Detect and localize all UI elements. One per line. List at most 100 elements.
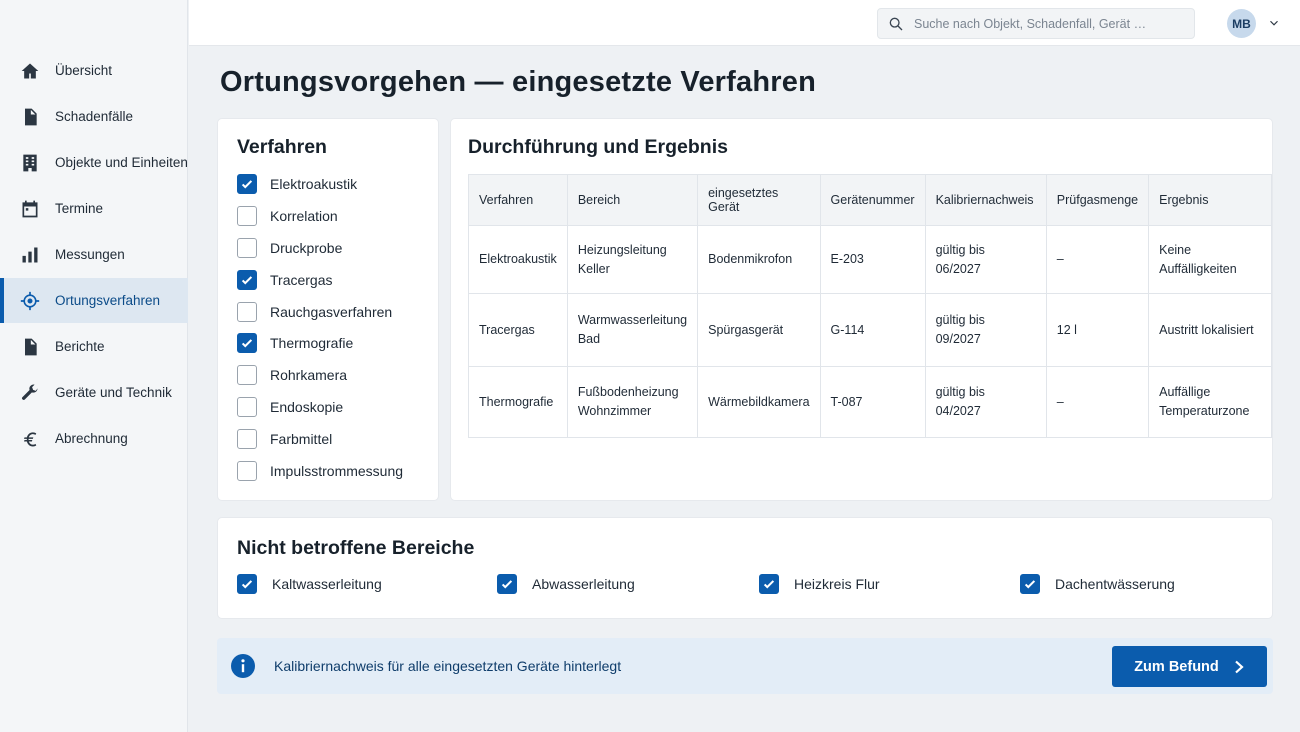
checkbox-checked[interactable] xyxy=(237,574,257,594)
column-header: Ergebnis xyxy=(1148,174,1272,226)
column-header: Verfahren xyxy=(468,174,568,226)
table-row[interactable]: Thermografie Fußbodenheizung Wohnzimmer W… xyxy=(468,366,1272,438)
table-row[interactable]: Elektroakustik Heizungsleitung Keller Bod… xyxy=(468,225,1272,294)
verfahren-card: Verfahren Elektroakustik Korrelation Dru… xyxy=(217,118,439,501)
check-icon xyxy=(241,275,253,285)
verfahren-option[interactable]: Tracergas xyxy=(237,264,403,296)
ergebnis-line: Temperaturzone xyxy=(1159,404,1250,418)
check-icon xyxy=(763,580,775,589)
verfahren-option[interactable]: Thermografie xyxy=(237,327,403,359)
sidebar-item-label: Messungen xyxy=(55,247,125,262)
sidebar-item-messungen[interactable]: Messungen xyxy=(0,232,188,277)
sidebar-item-uebersicht[interactable]: Übersicht xyxy=(0,48,188,93)
result-card: Durchführung und Ergebnis Verfahren Bere… xyxy=(450,118,1273,501)
verfahren-option[interactable]: Rohrkamera xyxy=(237,359,403,391)
verfahren-option[interactable]: Elektroakustik xyxy=(237,168,403,200)
verfahren-option[interactable]: Korrelation xyxy=(237,200,403,232)
avatar[interactable]: MB xyxy=(1227,9,1256,38)
info-banner: Kalibriernachweis für alle eingesetzten … xyxy=(217,638,1273,694)
kal-line: gültig bis xyxy=(935,313,985,327)
verfahren-option[interactable]: Druckprobe xyxy=(237,232,403,264)
nicht-betroffen-option[interactable]: Dachentwässerung xyxy=(1020,574,1175,594)
kal-line: 04/2027 xyxy=(935,404,981,418)
cell-verfahren: Tracergas xyxy=(468,293,568,367)
verfahren-option[interactable]: Rauchgasverfahren xyxy=(237,296,403,328)
verfahren-option-label: Impulsstrommessung xyxy=(270,462,404,479)
verfahren-option[interactable]: Farbmittel xyxy=(237,423,403,455)
search-box[interactable] xyxy=(877,8,1195,39)
sidebar-item-berichte[interactable]: Berichte xyxy=(0,324,188,369)
sidebar-item-label: Übersicht xyxy=(55,63,113,78)
sidebar-item-objekte[interactable]: Objekte und Einheiten xyxy=(0,140,188,185)
checkbox-unchecked[interactable] xyxy=(237,205,257,226)
nicht-betroffen-title: Nicht betroffene Bereiche xyxy=(237,537,475,559)
sidebar-item-geraete[interactable]: Geräte und Technik xyxy=(0,370,188,415)
column-header: Kalibriernachweis xyxy=(924,174,1047,226)
zum-befund-button[interactable]: Zum Befund xyxy=(1112,646,1267,687)
search-icon xyxy=(889,17,903,30)
checkbox-unchecked[interactable] xyxy=(237,301,257,322)
nicht-betroffen-option[interactable]: Abwasserleitung xyxy=(497,574,635,594)
wrench-icon xyxy=(20,383,40,403)
sidebar-item-termine[interactable]: Termine xyxy=(0,186,188,231)
building-icon xyxy=(20,153,40,173)
sidebar: Übersicht Schadenfälle Objekte und Einhe… xyxy=(0,0,188,732)
cell-bereich: Heizungsleitung Keller xyxy=(566,225,699,294)
checkbox-checked[interactable] xyxy=(1020,574,1040,594)
sidebar-item-label: Geräte und Technik xyxy=(55,385,172,400)
info-text: Kalibriernachweis für alle eingesetzten … xyxy=(274,658,622,674)
cell-nummer: E-203 xyxy=(819,225,926,294)
checkbox-unchecked[interactable] xyxy=(237,365,257,386)
nicht-betroffen-option[interactable]: Heizkreis Flur xyxy=(759,574,880,594)
verfahren-option-label: Endoskopie xyxy=(270,399,344,416)
verfahren-option[interactable]: Impulsstrommessung xyxy=(237,455,403,487)
nicht-betroffen-label: Abwasserleitung xyxy=(532,576,635,592)
check-icon xyxy=(241,180,253,189)
checkbox-checked[interactable] xyxy=(497,574,517,594)
table-row[interactable]: Tracergas Warmwasserleitung Bad Spürgasge… xyxy=(468,293,1272,367)
sidebar-item-label: Berichte xyxy=(55,339,105,354)
document-icon xyxy=(20,107,40,127)
checkbox-checked[interactable] xyxy=(237,173,257,194)
column-header: Bereich xyxy=(566,174,699,226)
kal-line: gültig bis xyxy=(935,242,985,257)
verfahren-option-label: Rauchgasverfahren xyxy=(270,303,393,320)
verfahren-option[interactable]: Endoskopie xyxy=(237,391,403,423)
sidebar-nav: Übersicht Schadenfälle Objekte und Einhe… xyxy=(0,48,188,462)
cell-ergebnis: Austritt lokalisiert xyxy=(1148,293,1272,367)
cell-geraet: Spürgasgerät xyxy=(697,293,821,367)
sidebar-item-label: Abrechnung xyxy=(55,431,128,446)
chevron-down-icon[interactable] xyxy=(1267,16,1281,30)
verfahren-option-label: Elektroakustik xyxy=(270,175,358,192)
cell-geraet: Wärmebildkamera xyxy=(697,366,821,438)
table-header-row: Verfahren Bereich eingesetztes Gerät Ger… xyxy=(468,174,1272,226)
cell-ergebnis: Keine Auffälligkeiten xyxy=(1148,225,1272,294)
home-icon xyxy=(20,61,40,81)
verfahren-option-label: Farbmittel xyxy=(270,431,333,448)
euro-icon xyxy=(20,429,40,449)
search-input[interactable] xyxy=(914,16,1184,31)
sidebar-item-ortungsverfahren[interactable]: Ortungsverfahren xyxy=(0,278,188,323)
bar-chart-icon xyxy=(20,245,40,265)
cell-verfahren: Elektroakustik xyxy=(468,225,568,294)
verfahren-option-label: Korrelation xyxy=(270,207,338,224)
sidebar-item-label: Schadenfälle xyxy=(55,109,134,124)
bereich-line: Wohnzimmer xyxy=(577,404,652,418)
checkbox-unchecked[interactable] xyxy=(237,397,257,418)
column-header: eingesetztes Gerät xyxy=(697,174,821,226)
sidebar-item-label: Objekte und Einheiten xyxy=(55,155,188,170)
cell-menge: 12 l xyxy=(1045,293,1150,367)
checkbox-checked[interactable] xyxy=(237,269,257,290)
checkbox-unchecked[interactable] xyxy=(237,460,257,481)
sidebar-item-abrechnung[interactable]: Abrechnung xyxy=(0,416,188,461)
checkbox-unchecked[interactable] xyxy=(237,429,257,450)
cell-ergebnis: Auffällige Temperaturzone xyxy=(1148,366,1272,438)
checkbox-checked[interactable] xyxy=(759,574,779,594)
column-header: Prüfgasmenge xyxy=(1045,174,1150,226)
nicht-betroffen-option[interactable]: Kaltwasserleitung xyxy=(237,574,382,594)
checkbox-checked[interactable] xyxy=(237,333,257,354)
nicht-betroffen-card: Nicht betroffene Bereiche Kaltwasserleit… xyxy=(217,517,1273,619)
checkbox-unchecked[interactable] xyxy=(237,237,257,258)
cell-nummer: G-114 xyxy=(819,293,926,367)
sidebar-item-schadenfaelle[interactable]: Schadenfälle xyxy=(0,94,188,139)
